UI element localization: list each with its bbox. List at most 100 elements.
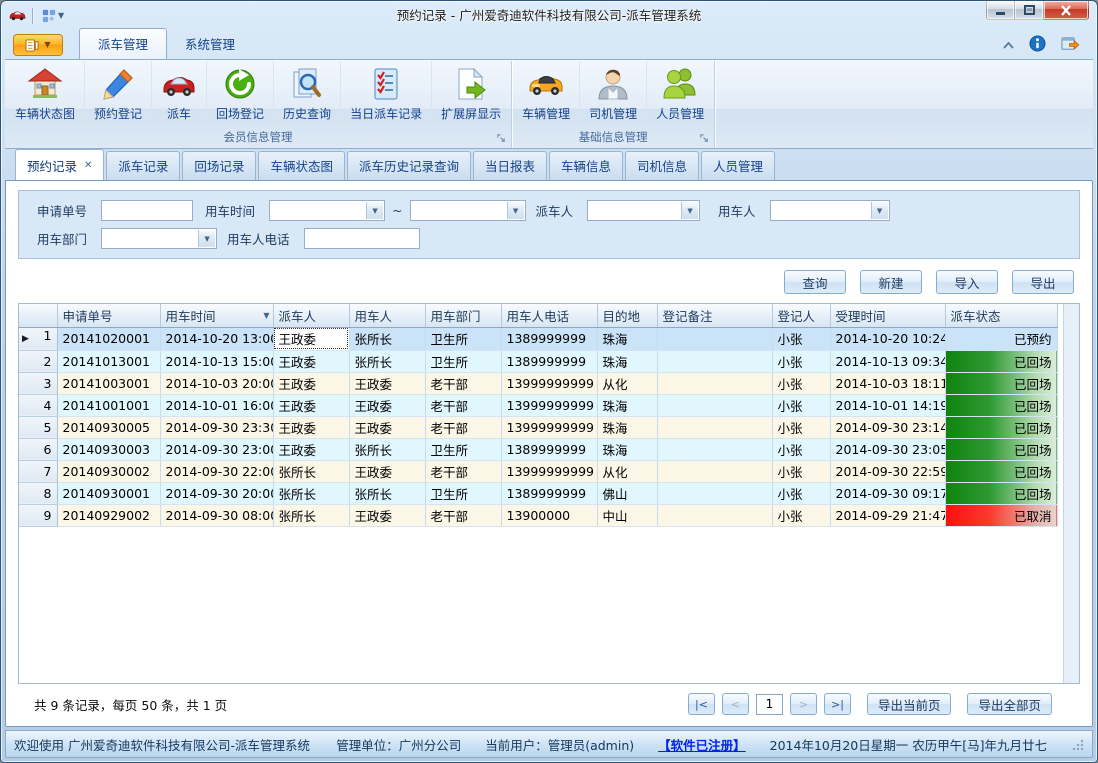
cell-application_no[interactable]: 20140929002 bbox=[57, 504, 160, 526]
user-combo[interactable]: ▼ bbox=[770, 200, 890, 221]
dialog-launcher-icon[interactable] bbox=[495, 132, 507, 144]
cell-registrar[interactable]: 小张 bbox=[772, 504, 830, 526]
application-no-input[interactable] bbox=[101, 200, 193, 221]
cell-remark[interactable] bbox=[657, 460, 772, 482]
cell-dispatcher[interactable]: 王政委 bbox=[273, 372, 349, 394]
cell-department[interactable]: 老干部 bbox=[425, 394, 501, 416]
cell-destination[interactable]: 中山 bbox=[597, 504, 657, 526]
doc-tab-4[interactable]: 派车历史记录查询 bbox=[347, 151, 471, 180]
cell-dispatcher[interactable]: 张所长 bbox=[273, 460, 349, 482]
cell-user[interactable]: 王政委 bbox=[349, 504, 425, 526]
extended-screen-button[interactable]: 扩展屏显示 bbox=[432, 61, 510, 129]
export-current-page-button[interactable]: 导出当前页 bbox=[867, 693, 952, 715]
cell-accept_time[interactable]: 2014-09-30 23:05 bbox=[830, 438, 945, 460]
cell-accept_time[interactable]: 2014-10-20 10:24 bbox=[830, 327, 945, 350]
cell-destination[interactable]: 从化 bbox=[597, 460, 657, 482]
cell-remark[interactable] bbox=[657, 438, 772, 460]
registration-link[interactable]: 【软件已注册】 bbox=[658, 735, 746, 754]
table-row[interactable]: 6201409300032014-09-30 23:00王政委张所长卫生所138… bbox=[19, 438, 1057, 460]
table-row[interactable]: 8201409300012014-09-30 20:00张所长张所长卫生所138… bbox=[19, 482, 1057, 504]
cell-status[interactable]: 已回场 bbox=[945, 438, 1057, 460]
cell-remark[interactable] bbox=[657, 416, 772, 438]
cell-registrar[interactable]: 小张 bbox=[772, 394, 830, 416]
department-combo[interactable]: ▼ bbox=[101, 228, 217, 249]
maximize-button[interactable] bbox=[1015, 1, 1044, 20]
cell-use_time[interactable]: 2014-10-13 15:00 bbox=[160, 350, 273, 372]
column-header-status[interactable]: 派车状态 bbox=[945, 304, 1057, 327]
cell-department[interactable]: 卫生所 bbox=[425, 482, 501, 504]
ribbon-tab-dispatch[interactable]: 派车管理 bbox=[79, 28, 167, 59]
table-row[interactable]: 7201409300022014-09-30 22:00张所长王政委老干部139… bbox=[19, 460, 1057, 482]
table-row[interactable]: 9201409290022014-09-30 08:00张所长王政委老干部139… bbox=[19, 504, 1057, 526]
cell-department[interactable]: 卫生所 bbox=[425, 350, 501, 372]
query-button[interactable]: 查询 bbox=[784, 270, 846, 294]
dialog-launcher-icon[interactable] bbox=[698, 132, 710, 144]
column-header-user[interactable]: 用车人 bbox=[349, 304, 425, 327]
cell-remark[interactable] bbox=[657, 394, 772, 416]
column-filter-arrow-icon[interactable]: ▼ bbox=[263, 311, 269, 320]
exit-icon[interactable] bbox=[1060, 35, 1079, 55]
cell-remark[interactable] bbox=[657, 482, 772, 504]
minimize-button[interactable] bbox=[986, 1, 1015, 20]
cell-accept_time[interactable]: 2014-09-30 22:59 bbox=[830, 460, 945, 482]
column-header-application_no[interactable]: 申请单号 bbox=[57, 304, 160, 327]
vertical-scrollbar[interactable] bbox=[1063, 304, 1079, 683]
use-time-to-combo[interactable]: ▼ bbox=[410, 200, 526, 221]
chevron-down-icon[interactable]: ▼ bbox=[871, 202, 888, 219]
app-menu-button[interactable]: ▼ bbox=[13, 34, 63, 56]
cell-department[interactable]: 老干部 bbox=[425, 372, 501, 394]
doc-tab-6[interactable]: 车辆信息 bbox=[549, 151, 623, 180]
cell-status[interactable]: 已预约 bbox=[945, 327, 1057, 350]
cell-user[interactable]: 张所长 bbox=[349, 482, 425, 504]
column-header-remark[interactable]: 登记备注 bbox=[657, 304, 772, 327]
cell-registrar[interactable]: 小张 bbox=[772, 482, 830, 504]
cell-accept_time[interactable]: 2014-10-01 14:19 bbox=[830, 394, 945, 416]
column-header-use_time[interactable]: 用车时间▼ bbox=[160, 304, 273, 327]
dispatch-button[interactable]: 派车 bbox=[152, 61, 207, 129]
history-query-button[interactable]: 历史查询 bbox=[274, 61, 341, 129]
first-page-button[interactable]: |< bbox=[688, 693, 715, 715]
table-row[interactable]: ▶1201410200012014-10-20 13:00王政委张所长卫生所13… bbox=[19, 327, 1057, 350]
cell-user[interactable]: 张所长 bbox=[349, 438, 425, 460]
cell-department[interactable]: 老干部 bbox=[425, 504, 501, 526]
resize-grip-icon[interactable] bbox=[1071, 738, 1084, 751]
cell-application_no[interactable]: 20141020001 bbox=[57, 327, 160, 350]
cell-accept_time[interactable]: 2014-09-30 09:17 bbox=[830, 482, 945, 504]
close-tab-icon[interactable]: ✕ bbox=[84, 161, 92, 171]
close-button[interactable] bbox=[1044, 1, 1089, 20]
cell-destination[interactable]: 从化 bbox=[597, 372, 657, 394]
personnel-management-button[interactable]: 人员管理 bbox=[647, 61, 713, 129]
cell-phone[interactable]: 13999999999 bbox=[501, 372, 597, 394]
cell-user[interactable]: 王政委 bbox=[349, 394, 425, 416]
cell-status[interactable]: 已回场 bbox=[945, 350, 1057, 372]
cell-accept_time[interactable]: 2014-09-30 23:14 bbox=[830, 416, 945, 438]
cell-destination[interactable]: 佛山 bbox=[597, 482, 657, 504]
cell-user[interactable]: 张所长 bbox=[349, 350, 425, 372]
cell-registrar[interactable]: 小张 bbox=[772, 416, 830, 438]
cell-application_no[interactable]: 20141013001 bbox=[57, 350, 160, 372]
cell-application_no[interactable]: 20141001001 bbox=[57, 394, 160, 416]
cell-user[interactable]: 王政委 bbox=[349, 372, 425, 394]
cell-dispatcher[interactable]: 王政委 bbox=[273, 438, 349, 460]
return-register-button[interactable]: 回场登记 bbox=[207, 61, 274, 129]
cell-destination[interactable]: 珠海 bbox=[597, 394, 657, 416]
doc-tab-1[interactable]: 派车记录 bbox=[106, 151, 180, 180]
cell-application_no[interactable]: 20140930002 bbox=[57, 460, 160, 482]
cell-phone[interactable]: 13999999999 bbox=[501, 394, 597, 416]
cell-user[interactable]: 王政委 bbox=[349, 460, 425, 482]
cell-destination[interactable]: 珠海 bbox=[597, 327, 657, 350]
last-page-button[interactable]: >| bbox=[824, 693, 851, 715]
doc-tab-7[interactable]: 司机信息 bbox=[625, 151, 699, 180]
column-header-destination[interactable]: 目的地 bbox=[597, 304, 657, 327]
table-row[interactable]: 3201410030012014-10-03 20:00王政委王政委老干部139… bbox=[19, 372, 1057, 394]
cell-phone[interactable]: 1389999999 bbox=[501, 350, 597, 372]
use-time-from-combo[interactable]: ▼ bbox=[269, 200, 385, 221]
cell-accept_time[interactable]: 2014-10-03 18:11 bbox=[830, 372, 945, 394]
cell-status[interactable]: 已回场 bbox=[945, 460, 1057, 482]
cell-destination[interactable]: 珠海 bbox=[597, 438, 657, 460]
new-button[interactable]: 新建 bbox=[860, 270, 922, 294]
cell-phone[interactable]: 1389999999 bbox=[501, 438, 597, 460]
vehicle-management-button[interactable]: 车辆管理 bbox=[513, 61, 580, 129]
cell-registrar[interactable]: 小张 bbox=[772, 372, 830, 394]
cell-status[interactable]: 已回场 bbox=[945, 482, 1057, 504]
